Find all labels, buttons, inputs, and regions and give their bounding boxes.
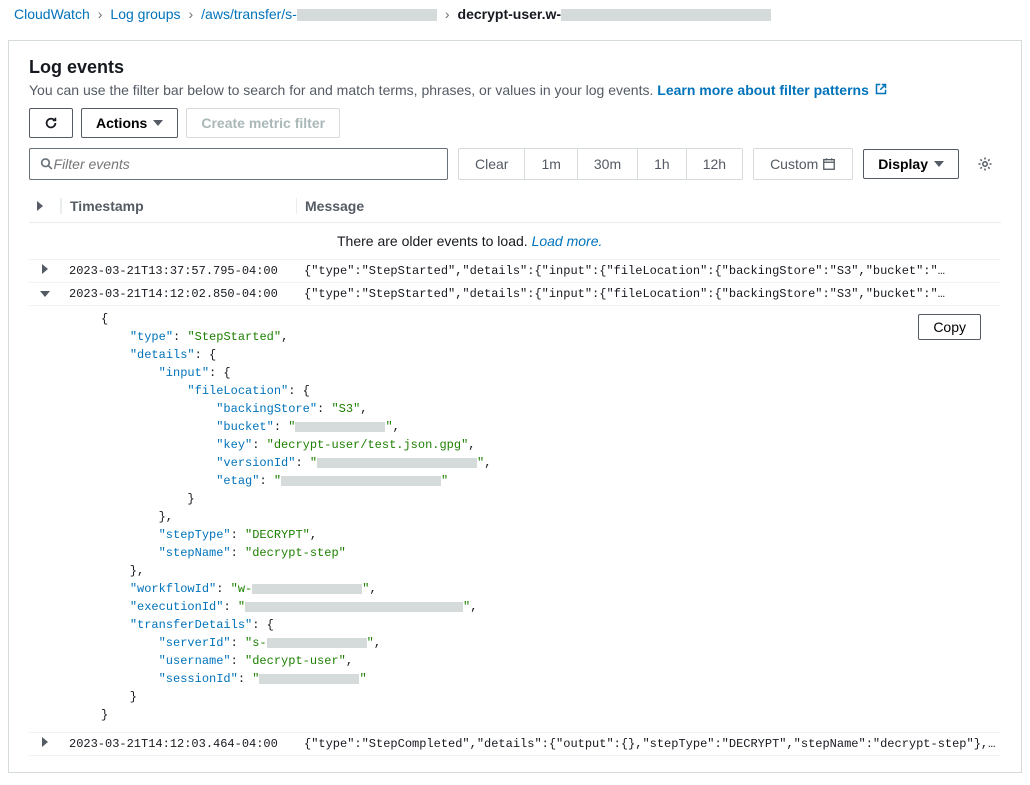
older-events-row: There are older events to load. Load mor… <box>29 223 1001 260</box>
create-metric-filter-button[interactable]: Create metric filter <box>186 108 340 138</box>
table-row: 2023-03-21T13:37:57.795-04:00 {"type":"S… <box>29 260 1001 283</box>
cell-timestamp: 2023-03-21T14:12:03.464-04:00 <box>61 737 296 751</box>
table-row: 2023-03-21T14:12:03.464-04:00 {"type":"S… <box>29 733 1001 756</box>
settings-button[interactable] <box>969 148 1001 180</box>
search-icon <box>40 157 54 171</box>
row-toggle[interactable] <box>29 287 61 301</box>
calendar-icon <box>822 157 836 171</box>
copy-button[interactable]: Copy <box>918 314 981 340</box>
gear-icon <box>977 156 993 172</box>
time-range-segment: Clear 1m 30m 1h 12h <box>458 148 743 180</box>
chevron-right-icon: › <box>188 6 193 22</box>
cell-timestamp: 2023-03-21T13:37:57.795-04:00 <box>61 264 296 278</box>
refresh-icon <box>44 116 58 130</box>
actions-button[interactable]: Actions <box>81 108 178 138</box>
refresh-button[interactable] <box>29 108 73 138</box>
clear-button[interactable]: Clear <box>459 149 525 179</box>
breadcrumb-stream-name: decrypt-user.w- <box>458 6 771 22</box>
row-toggle[interactable] <box>29 264 61 278</box>
range-1m[interactable]: 1m <box>525 149 577 179</box>
chevron-right-icon: › <box>98 6 103 22</box>
range-12h[interactable]: 12h <box>687 149 742 179</box>
chevron-right-icon: › <box>445 6 450 22</box>
custom-segment: Custom <box>753 148 853 180</box>
external-link-icon <box>875 82 887 98</box>
filter-input-wrapper[interactable] <box>29 148 448 180</box>
caret-down-icon <box>934 161 944 167</box>
hint-text: You can use the filter bar below to sear… <box>29 82 1001 98</box>
table-row: 2023-03-21T14:12:02.850-04:00 {"type":"S… <box>29 283 1001 306</box>
log-events-panel: Log events You can use the filter bar be… <box>8 40 1022 773</box>
toolbar: Actions Create metric filter <box>29 108 1001 138</box>
col-header-timestamp[interactable]: Timestamp <box>61 198 296 214</box>
display-button[interactable]: Display <box>863 149 959 179</box>
filter-row: Clear 1m 30m 1h 12h Custom Display <box>29 148 1001 180</box>
expand-all-toggle[interactable] <box>29 198 61 214</box>
row-toggle[interactable] <box>29 737 61 751</box>
load-more-link[interactable]: Load more. <box>532 233 603 249</box>
filter-input[interactable] <box>54 156 437 172</box>
custom-button[interactable]: Custom <box>754 149 852 179</box>
col-header-message[interactable]: Message <box>296 198 1001 214</box>
range-30m[interactable]: 30m <box>578 149 638 179</box>
table-header: Timestamp Message <box>29 190 1001 223</box>
breadcrumb-loggroups[interactable]: Log groups <box>110 6 180 22</box>
cell-timestamp: 2023-03-21T14:12:02.850-04:00 <box>61 287 296 301</box>
learn-more-link[interactable]: Learn more about filter patterns <box>657 82 886 98</box>
cell-message: {"type":"StepCompleted","details":{"outp… <box>296 737 1001 751</box>
expanded-json: Copy { "type": "StepStarted", "details":… <box>29 306 1001 733</box>
breadcrumb-cloudwatch[interactable]: CloudWatch <box>14 6 90 22</box>
page-title: Log events <box>29 57 1001 78</box>
breadcrumb: CloudWatch › Log groups › /aws/transfer/… <box>0 0 1030 28</box>
cell-message: {"type":"StepStarted","details":{"input"… <box>296 287 1001 301</box>
caret-down-icon <box>153 120 163 126</box>
breadcrumb-loggroup-name[interactable]: /aws/transfer/s- <box>201 6 437 22</box>
range-1h[interactable]: 1h <box>638 149 687 179</box>
cell-message: {"type":"StepStarted","details":{"input"… <box>296 264 1001 278</box>
